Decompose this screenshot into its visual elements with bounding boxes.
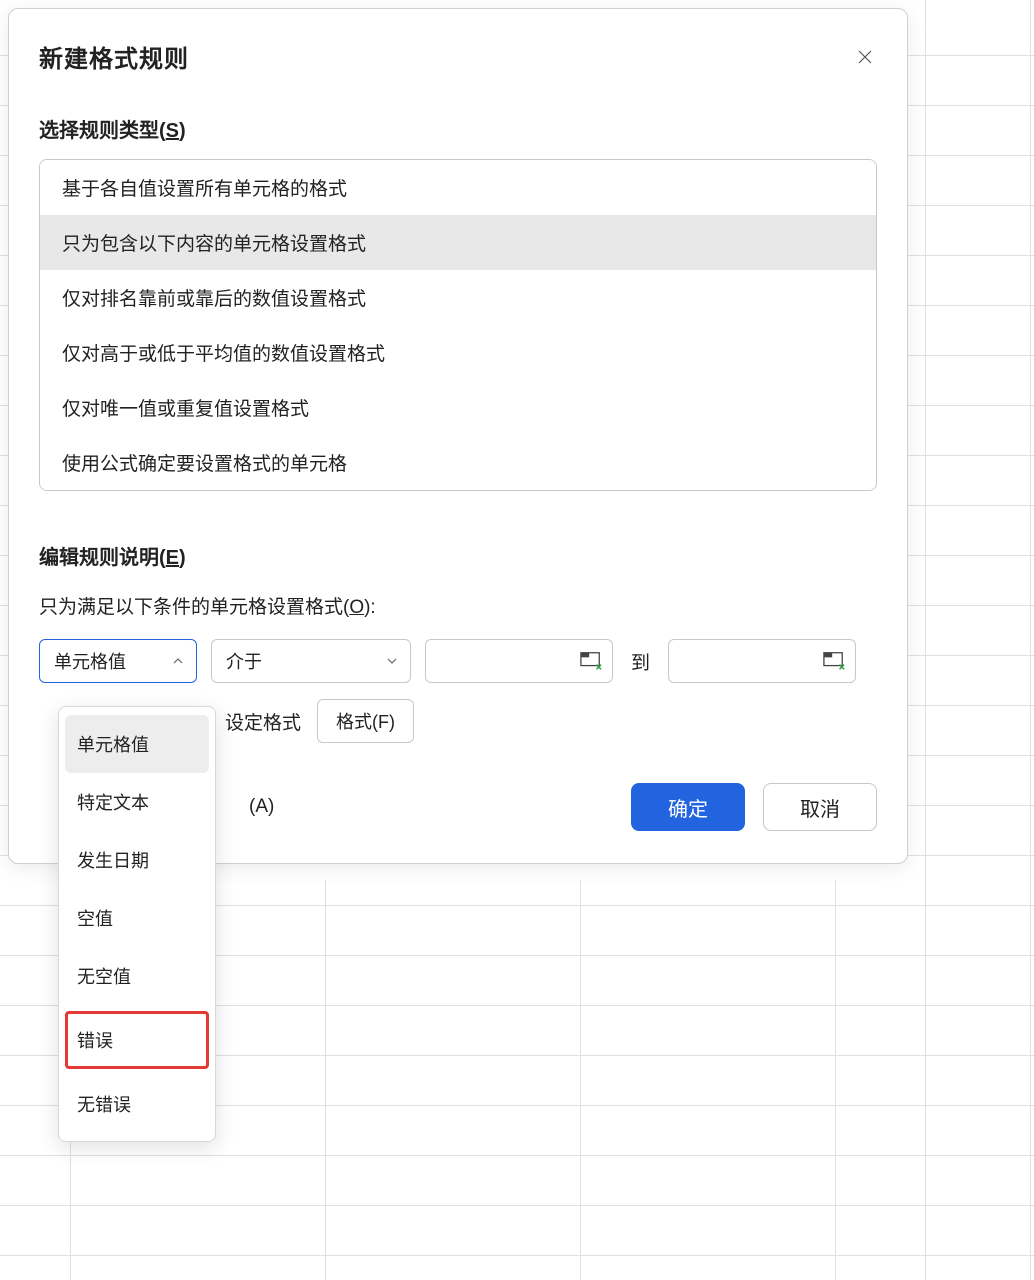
rule-type-item[interactable]: 使用公式确定要设置格式的单元格 (40, 435, 876, 490)
rule-type-section-label: 选择规则类型(S) (39, 114, 877, 143)
dialog-title: 新建格式规则 (39, 39, 189, 74)
cancel-button[interactable]: 取消 (763, 783, 877, 831)
to-label: 到 (627, 648, 654, 675)
close-icon (856, 48, 874, 66)
condition-type-dropdown[interactable]: 单元格值 (39, 639, 197, 683)
range-to-input[interactable] (668, 639, 856, 683)
range-from-input[interactable] (425, 639, 613, 683)
rule-type-item[interactable]: 基于各自值设置所有单元格的格式 (40, 160, 876, 215)
chevron-down-icon (384, 653, 400, 669)
dropdown-option-no-blanks[interactable]: 无空值 (65, 947, 209, 1005)
rule-type-list: 基于各自值设置所有单元格的格式 只为包含以下内容的单元格设置格式 仅对排名靠前或… (39, 159, 877, 491)
condition-row: 单元格值 介于 到 (39, 639, 877, 683)
rule-type-item[interactable]: 只为包含以下内容的单元格设置格式 (40, 215, 876, 270)
dropdown-option-errors[interactable]: 错误 (65, 1011, 209, 1069)
dropdown-option-cell-value[interactable]: 单元格值 (65, 715, 209, 773)
cell-reference-icon (580, 651, 602, 671)
rule-type-item[interactable]: 仅对高于或低于平均值的数值设置格式 (40, 325, 876, 380)
rule-type-item[interactable]: 仅对唯一值或重复值设置格式 (40, 380, 876, 435)
rule-type-item[interactable]: 仅对排名靠前或靠后的数值设置格式 (40, 270, 876, 325)
cell-reference-icon (823, 651, 845, 671)
dropdown-value: 介于 (226, 648, 262, 674)
edit-rule-section-label: 编辑规则说明(E) (39, 541, 877, 570)
condition-type-dropdown-menu: 单元格值 特定文本 发生日期 空值 无空值 错误 无错误 (58, 706, 216, 1142)
dropdown-option-dates-occurring[interactable]: 发生日期 (65, 831, 209, 889)
dropdown-option-blanks[interactable]: 空值 (65, 889, 209, 947)
close-button[interactable] (853, 45, 877, 69)
dialog-header: 新建格式规则 (39, 39, 877, 74)
dropdown-value: 单元格值 (54, 648, 126, 674)
dropdown-option-no-errors[interactable]: 无错误 (65, 1075, 209, 1133)
apply-label: (A) (249, 796, 274, 818)
dropdown-option-specific-text[interactable]: 特定文本 (65, 773, 209, 831)
condition-label: 只为满足以下条件的单元格设置格式(O): (39, 592, 877, 619)
ok-button[interactable]: 确定 (631, 783, 745, 831)
format-button[interactable]: 格式(F) (317, 699, 414, 743)
chevron-up-icon (170, 653, 186, 669)
operator-dropdown[interactable]: 介于 (211, 639, 411, 683)
